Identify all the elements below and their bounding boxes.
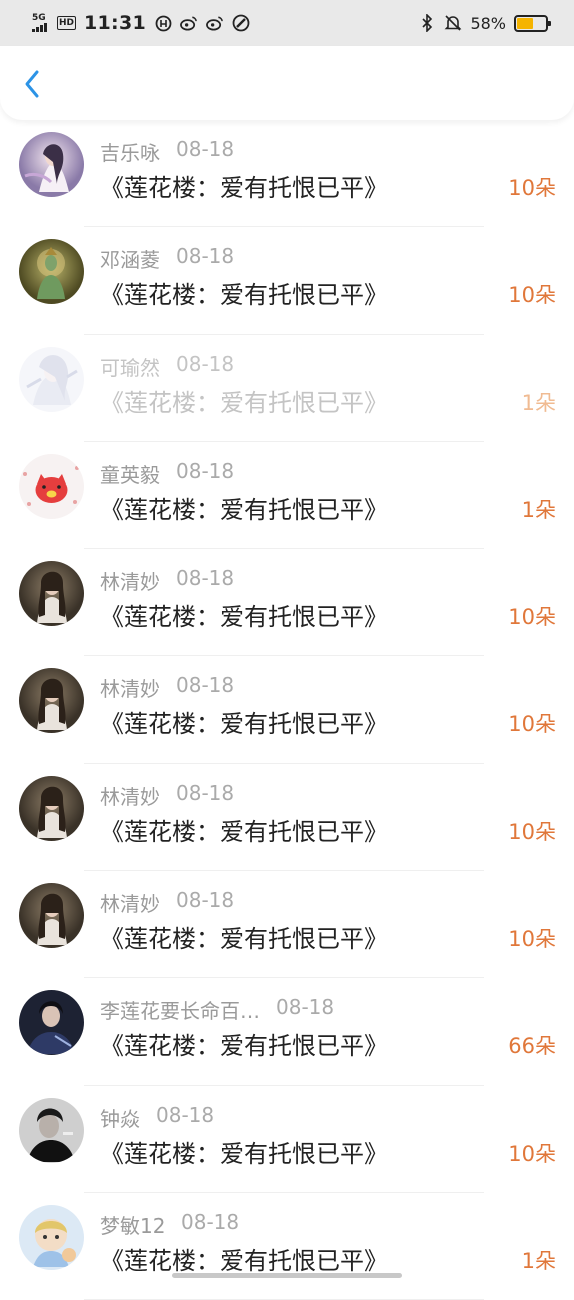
gift-record-row[interactable]: 可瑜然 08-18 《莲花楼：爱有托恨已平》 1朵 xyxy=(0,335,574,442)
user-avatar[interactable] xyxy=(19,453,84,519)
user-avatar[interactable] xyxy=(19,1204,84,1270)
flower-count: 10朵 xyxy=(508,1141,556,1166)
gift-record-row[interactable]: 林清妙 08-18 《莲花楼：爱有托恨已平》 10朵 xyxy=(0,871,574,979)
gift-date: 08-18 xyxy=(176,137,235,161)
drama-title: 《莲花楼：爱有托恨已平》 xyxy=(100,388,388,417)
flower-count: 10朵 xyxy=(508,819,556,844)
drama-title: 《莲花楼：爱有托恨已平》 xyxy=(100,1246,388,1275)
gift-date: 08-18 xyxy=(176,458,235,483)
user-name[interactable]: 邓涵菱 xyxy=(100,244,160,273)
user-name[interactable]: 梦敏12 xyxy=(100,1210,165,1239)
battery-percent: 58% xyxy=(470,13,506,33)
gift-date: 08-18 xyxy=(276,995,335,1020)
battery-icon xyxy=(514,14,551,32)
link-icon xyxy=(232,14,250,32)
user-avatar[interactable] xyxy=(19,990,84,1056)
flower-count: 10朵 xyxy=(508,605,556,630)
user-avatar[interactable] xyxy=(19,1097,84,1163)
mute-icon xyxy=(444,14,462,32)
flower-count: 10朵 xyxy=(508,712,556,737)
user-name[interactable]: 钟焱 xyxy=(100,1103,140,1132)
user-name[interactable]: 可瑜然 xyxy=(100,352,160,381)
gift-date: 08-18 xyxy=(181,1209,240,1234)
weibo-icon xyxy=(206,14,224,32)
drama-title: 《莲花楼：爱有托恨已平》 xyxy=(100,710,388,739)
network-type: 5G xyxy=(32,13,46,23)
gift-date: 08-18 xyxy=(176,244,235,269)
drama-title: 《莲花楼：爱有托恨已平》 xyxy=(100,925,388,954)
gift-date: 08-18 xyxy=(156,1102,215,1127)
user-avatar[interactable] xyxy=(19,668,84,734)
gift-date: 08-18 xyxy=(176,888,235,913)
hd-icon: HD xyxy=(57,16,77,30)
user-avatar[interactable] xyxy=(19,561,84,627)
flower-count: 10朵 xyxy=(508,283,556,308)
drama-title: 《莲花楼：爱有托恨已平》 xyxy=(100,1032,388,1061)
flower-count: 1朵 xyxy=(521,1248,556,1273)
gift-record-row[interactable]: 钟焱 08-18 《莲花楼：爱有托恨已平》 10朵 xyxy=(0,1086,574,1193)
drama-title: 《莲花楼：爱有托恨已平》 xyxy=(100,495,388,524)
flower-count: 1朵 xyxy=(521,390,556,415)
gift-record-row[interactable]: 林清妙 08-18 《莲花楼：爱有托恨已平》 10朵 xyxy=(0,656,574,764)
clock: 11:31 xyxy=(84,12,146,34)
app-notification-icon xyxy=(154,14,172,32)
user-name[interactable]: 李莲花要长命百… xyxy=(100,995,260,1024)
flower-count: 10朵 xyxy=(508,927,556,952)
bluetooth-icon xyxy=(418,14,436,32)
home-indicator[interactable] xyxy=(172,1273,402,1278)
user-name[interactable]: 林清妙 xyxy=(100,673,160,702)
drama-title: 《莲花楼：爱有托恨已平》 xyxy=(100,281,388,310)
user-name[interactable]: 林清妙 xyxy=(100,781,160,810)
drama-title: 《莲花楼：爱有托恨已平》 xyxy=(100,603,388,632)
user-avatar[interactable] xyxy=(19,346,84,412)
gift-record-row[interactable]: 梦敏12 08-18 《莲花楼：爱有托恨已平》 1朵 xyxy=(0,1193,574,1300)
user-avatar[interactable] xyxy=(19,883,84,949)
user-name[interactable]: 吉乐咏 xyxy=(100,137,160,166)
gift-record-row[interactable]: 童英毅 08-18 《莲花楼：爱有托恨已平》 1朵 xyxy=(0,442,574,550)
user-name[interactable]: 林清妙 xyxy=(100,888,160,917)
status-bar: 5G HD 11:31 58% xyxy=(0,0,574,46)
gift-record-row[interactable]: 林清妙 08-18 《莲花楼：爱有托恨已平》 10朵 xyxy=(0,764,574,872)
drama-title: 《莲花楼：爱有托恨已平》 xyxy=(100,817,388,846)
user-name[interactable]: 童英毅 xyxy=(100,459,160,488)
gift-date: 08-18 xyxy=(176,673,235,698)
gift-date: 08-18 xyxy=(176,351,235,376)
back-button[interactable] xyxy=(14,64,50,104)
gift-date: 08-18 xyxy=(176,566,235,591)
chevron-left-icon xyxy=(25,70,39,98)
gift-record-row[interactable]: 李莲花要长命百… 08-18 《莲花楼：爱有托恨已平》 66朵 xyxy=(0,978,574,1086)
user-name[interactable]: 林清妙 xyxy=(100,566,160,595)
flower-count: 66朵 xyxy=(508,1034,556,1059)
gift-date: 08-18 xyxy=(176,780,235,805)
flower-count: 10朵 xyxy=(508,176,556,200)
signal-icon: 5G xyxy=(32,14,47,32)
weibo-icon xyxy=(180,14,198,32)
gift-record-row[interactable]: 邓涵菱 08-18 《莲花楼：爱有托恨已平》 10朵 xyxy=(0,227,574,335)
gift-record-row[interactable]: 吉乐咏 08-18 《莲花楼：爱有托恨已平》 10朵 xyxy=(0,120,574,228)
user-avatar[interactable] xyxy=(19,239,84,305)
user-avatar[interactable] xyxy=(19,775,84,841)
drama-title: 《莲花楼：爱有托恨已平》 xyxy=(100,174,388,202)
drama-title: 《莲花楼：爱有托恨已平》 xyxy=(100,1139,388,1168)
gift-record-row[interactable]: 林清妙 08-18 《莲花楼：爱有托恨已平》 10朵 xyxy=(0,549,574,657)
flower-count: 1朵 xyxy=(521,497,556,522)
nav-header xyxy=(0,46,574,120)
user-avatar[interactable] xyxy=(19,132,84,197)
gift-record-list: 吉乐咏 08-18 《莲花楼：爱有托恨已平》 10朵 邓涵菱 08-18 《莲花楼：爱有托恨… xyxy=(0,120,574,1300)
